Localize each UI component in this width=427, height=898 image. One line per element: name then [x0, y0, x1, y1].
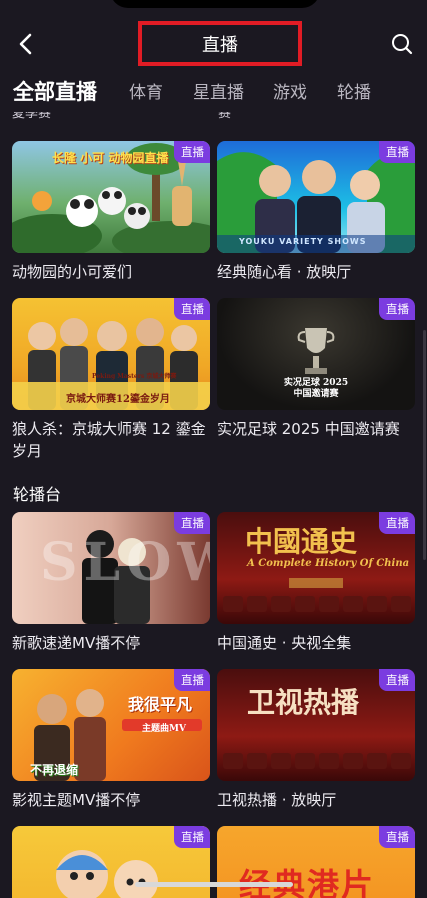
thumbnail: SLOW 直播	[12, 512, 210, 624]
scrollbar[interactable]	[423, 330, 426, 560]
thumbnail: 经典港片 直播	[217, 826, 415, 898]
page-title: 直播	[202, 34, 238, 56]
thumbnail-art-text: 我很平凡	[128, 695, 193, 714]
carousel-card[interactable]: 我很平凡 主题曲MV 不再退缩 直播 影视主题MV播不停	[12, 669, 210, 811]
thumbnail-art-text: 实况足球 2025中国邀请赛	[283, 378, 349, 399]
tab-sports[interactable]: 体育	[129, 78, 163, 103]
card-title: 实况足球 2025 中国邀请赛	[217, 420, 400, 438]
live-card[interactable]: 长隆 小可 动物园直播 直播 动物园的小可爱们	[12, 141, 210, 283]
carousel-card[interactable]: 经典港片 直播	[217, 826, 415, 898]
thumbnail: 中國通史 A Complete History Of China 直播	[217, 512, 415, 624]
card-title: 经典随心看 · 放映厅	[217, 263, 352, 281]
live-badge: 直播	[174, 298, 210, 320]
thumbnail-art-text: 卫视热播	[247, 686, 360, 719]
carousel-card[interactable]: 中國通史 A Complete History Of China 直播 中国通史…	[217, 512, 415, 654]
live-card[interactable]: YOUKU VARIETY SHOWS 直播 经典随心看 · 放映厅	[217, 141, 415, 283]
thumbnail: YOUKU VARIETY SHOWS 直播	[217, 141, 415, 253]
live-badge: 直播	[379, 512, 415, 534]
chevron-left-icon	[19, 33, 32, 55]
live-badge: 直播	[379, 298, 415, 320]
thumbnail: 长隆 小可 动物园直播 直播	[12, 141, 210, 253]
thumbnail-art-text: 经典港片	[239, 866, 376, 898]
thumbnail: 我很平凡 主题曲MV 不再退缩 直播	[12, 669, 210, 781]
card-title: 新歌速递MV播不停	[12, 634, 141, 652]
live-card[interactable]: Peking Masters 京城大师赛 京城大师赛12鎏金岁月 直播 狼人杀：…	[12, 298, 210, 462]
thumbnail-art-logo: Peking Masters 京城大师赛	[92, 373, 177, 380]
search-icon	[392, 34, 413, 55]
live-badge: 直播	[379, 826, 415, 848]
tab-carousel[interactable]: 轮播	[337, 78, 371, 103]
clipped-card-title-left: 夏季赛	[12, 112, 52, 121]
card-title: 动物园的小可爱们	[12, 263, 133, 281]
card-title: 中国通史 · 央视全集	[217, 634, 352, 652]
thumbnail: 直播	[12, 826, 210, 898]
thumbnail-art-subtitle: A Complete History Of China	[247, 558, 410, 569]
live-badge: 直播	[174, 669, 210, 691]
carousel-card[interactable]: SLOW 直播 新歌速递MV播不停	[12, 512, 210, 654]
live-badge: 直播	[379, 141, 415, 163]
carousel-card[interactable]: 直播	[12, 826, 210, 898]
live-badge: 直播	[174, 141, 210, 163]
tab-games[interactable]: 游戏	[273, 78, 307, 103]
live-badge: 直播	[174, 512, 210, 534]
clipped-card-title-right: 赛	[218, 112, 232, 121]
thumbnail-art-text: YOUKU VARIETY SHOWS	[239, 237, 367, 246]
carousel-card[interactable]: 卫视热播 直播 卫视热播 · 放映厅	[217, 669, 415, 811]
card-title: 卫视热播 · 放映厅	[217, 791, 337, 809]
thumbnail-art-text: 长隆 小可 动物园直播	[52, 151, 169, 165]
section-title-carousel: 轮播台	[13, 485, 62, 504]
tab-all-live[interactable]: 全部直播	[13, 76, 97, 106]
card-title: 影视主题MV播不停	[12, 791, 141, 809]
tab-star-live[interactable]: 星直播	[193, 78, 244, 103]
live-badge: 直播	[174, 826, 210, 848]
thumbnail-art-text: 京城大师赛12鎏金岁月	[66, 394, 170, 405]
thumbnail-art-extra: 不再退缩	[30, 763, 79, 777]
thumbnail-art-text: 中國通史	[245, 525, 358, 558]
category-tabs: 全部直播 体育 星直播 游戏 轮播	[0, 72, 427, 112]
card-title: 狼人杀：京城大师赛 12 鎏金岁月	[12, 420, 206, 460]
live-badge: 直播	[379, 669, 415, 691]
live-card[interactable]: 实况足球 2025中国邀请赛 直播 实况足球 2025 中国邀请赛	[217, 298, 415, 440]
back-button[interactable]	[12, 30, 38, 58]
thumbnail: 卫视热播 直播	[217, 669, 415, 781]
page-title-box: 直播	[138, 21, 302, 66]
home-indicator[interactable]	[135, 882, 293, 887]
search-button[interactable]	[388, 30, 416, 58]
thumbnail-art-subtitle: 主题曲MV	[142, 724, 186, 734]
thumbnail: 实况足球 2025中国邀请赛 直播	[217, 298, 415, 410]
thumbnail-art-text: SLOW	[40, 532, 210, 593]
thumbnail: Peking Masters 京城大师赛 京城大师赛12鎏金岁月 直播	[12, 298, 210, 410]
